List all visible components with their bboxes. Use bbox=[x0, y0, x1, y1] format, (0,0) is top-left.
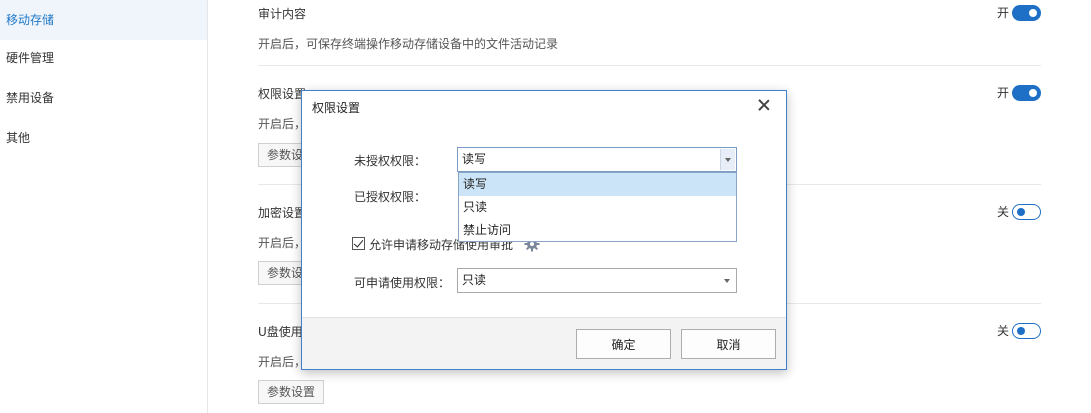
select-value: 只读 bbox=[462, 273, 487, 287]
dropdown-option-no-access[interactable]: 禁止访问 bbox=[459, 219, 736, 242]
chevron-down-icon[interactable] bbox=[720, 149, 735, 170]
select-value: 读写 bbox=[462, 152, 487, 166]
chevron-down-icon[interactable] bbox=[720, 270, 735, 291]
permission-toggle[interactable] bbox=[1012, 84, 1041, 101]
toggle-knob bbox=[1017, 207, 1025, 216]
dropdown-option-read-write[interactable]: 读写 bbox=[459, 173, 736, 196]
page: 移动存储 硬件管理 禁用设备 其他 审计内容 开启后，可保存终端操作移动存储设备… bbox=[0, 0, 1091, 413]
permission-dialog: 权限设置 未授权权限： 读写 读写 只读 禁止访问 已授权权限： 允许申请移动存… bbox=[301, 90, 787, 370]
audit-section: 审计内容 开启后，可保存终端操作移动存储设备中的文件活动记录 开 bbox=[258, 0, 1041, 66]
section-description: 开启后， bbox=[258, 117, 307, 131]
section-description: 开启后， bbox=[258, 355, 307, 369]
audit-toggle-group: 开 bbox=[997, 4, 1041, 21]
toggle-state-label: 开 bbox=[996, 86, 1009, 100]
usb-param-button[interactable]: 参数设置 bbox=[258, 380, 325, 404]
permission-dropdown-list: 读写 只读 禁止访问 bbox=[458, 172, 737, 242]
sidebar-item-other[interactable]: 其他 bbox=[0, 118, 207, 158]
requestable-permission-label: 可申请使用权限： bbox=[354, 276, 451, 290]
usb-toggle-group: 关 bbox=[997, 322, 1041, 339]
section-description: 开启后， bbox=[258, 236, 307, 250]
section-title: 权限设置 bbox=[258, 87, 307, 101]
unauthorized-permission-label: 未授权权限： bbox=[354, 154, 427, 168]
unauthorized-permission-select[interactable]: 读写 bbox=[457, 147, 737, 172]
allow-request-checkbox[interactable] bbox=[352, 237, 365, 250]
sidebar-item-disabled-devices[interactable]: 禁用设备 bbox=[0, 78, 207, 118]
confirm-button[interactable]: 确定 bbox=[576, 329, 671, 359]
requestable-permission-select[interactable]: 只读 bbox=[457, 268, 737, 293]
toggle-knob bbox=[1029, 88, 1037, 97]
section-description: 开启后，可保存终端操作移动存储设备中的文件活动记录 bbox=[258, 37, 559, 51]
dialog-title: 权限设置 bbox=[312, 101, 361, 115]
sidebar: 移动存储 硬件管理 禁用设备 其他 bbox=[0, 0, 208, 413]
cancel-button[interactable]: 取消 bbox=[681, 329, 776, 359]
sidebar-item-hardware[interactable]: 硬件管理 bbox=[0, 38, 207, 78]
encrypt-toggle-group: 关 bbox=[997, 203, 1041, 220]
toggle-state-label: 开 bbox=[996, 6, 1009, 20]
toggle-knob bbox=[1017, 326, 1025, 335]
toggle-state-label: 关 bbox=[996, 324, 1009, 338]
usb-toggle[interactable] bbox=[1012, 322, 1041, 339]
authorized-permission-label: 已授权权限： bbox=[354, 190, 427, 204]
close-icon[interactable] bbox=[756, 97, 772, 113]
section-title: 审计内容 bbox=[258, 7, 307, 21]
dropdown-option-read-only[interactable]: 只读 bbox=[459, 196, 736, 219]
permission-toggle-group: 开 bbox=[997, 84, 1041, 101]
toggle-state-label: 关 bbox=[996, 205, 1009, 219]
toggle-knob bbox=[1029, 8, 1037, 17]
section-title: U盘使用 bbox=[258, 325, 303, 339]
encrypt-toggle[interactable] bbox=[1012, 203, 1041, 220]
audit-toggle[interactable] bbox=[1012, 4, 1041, 21]
section-title: 加密设置 bbox=[258, 206, 307, 220]
sidebar-item-removable-storage[interactable]: 移动存储 bbox=[0, 0, 207, 40]
dialog-footer: 确定 取消 bbox=[302, 317, 786, 369]
